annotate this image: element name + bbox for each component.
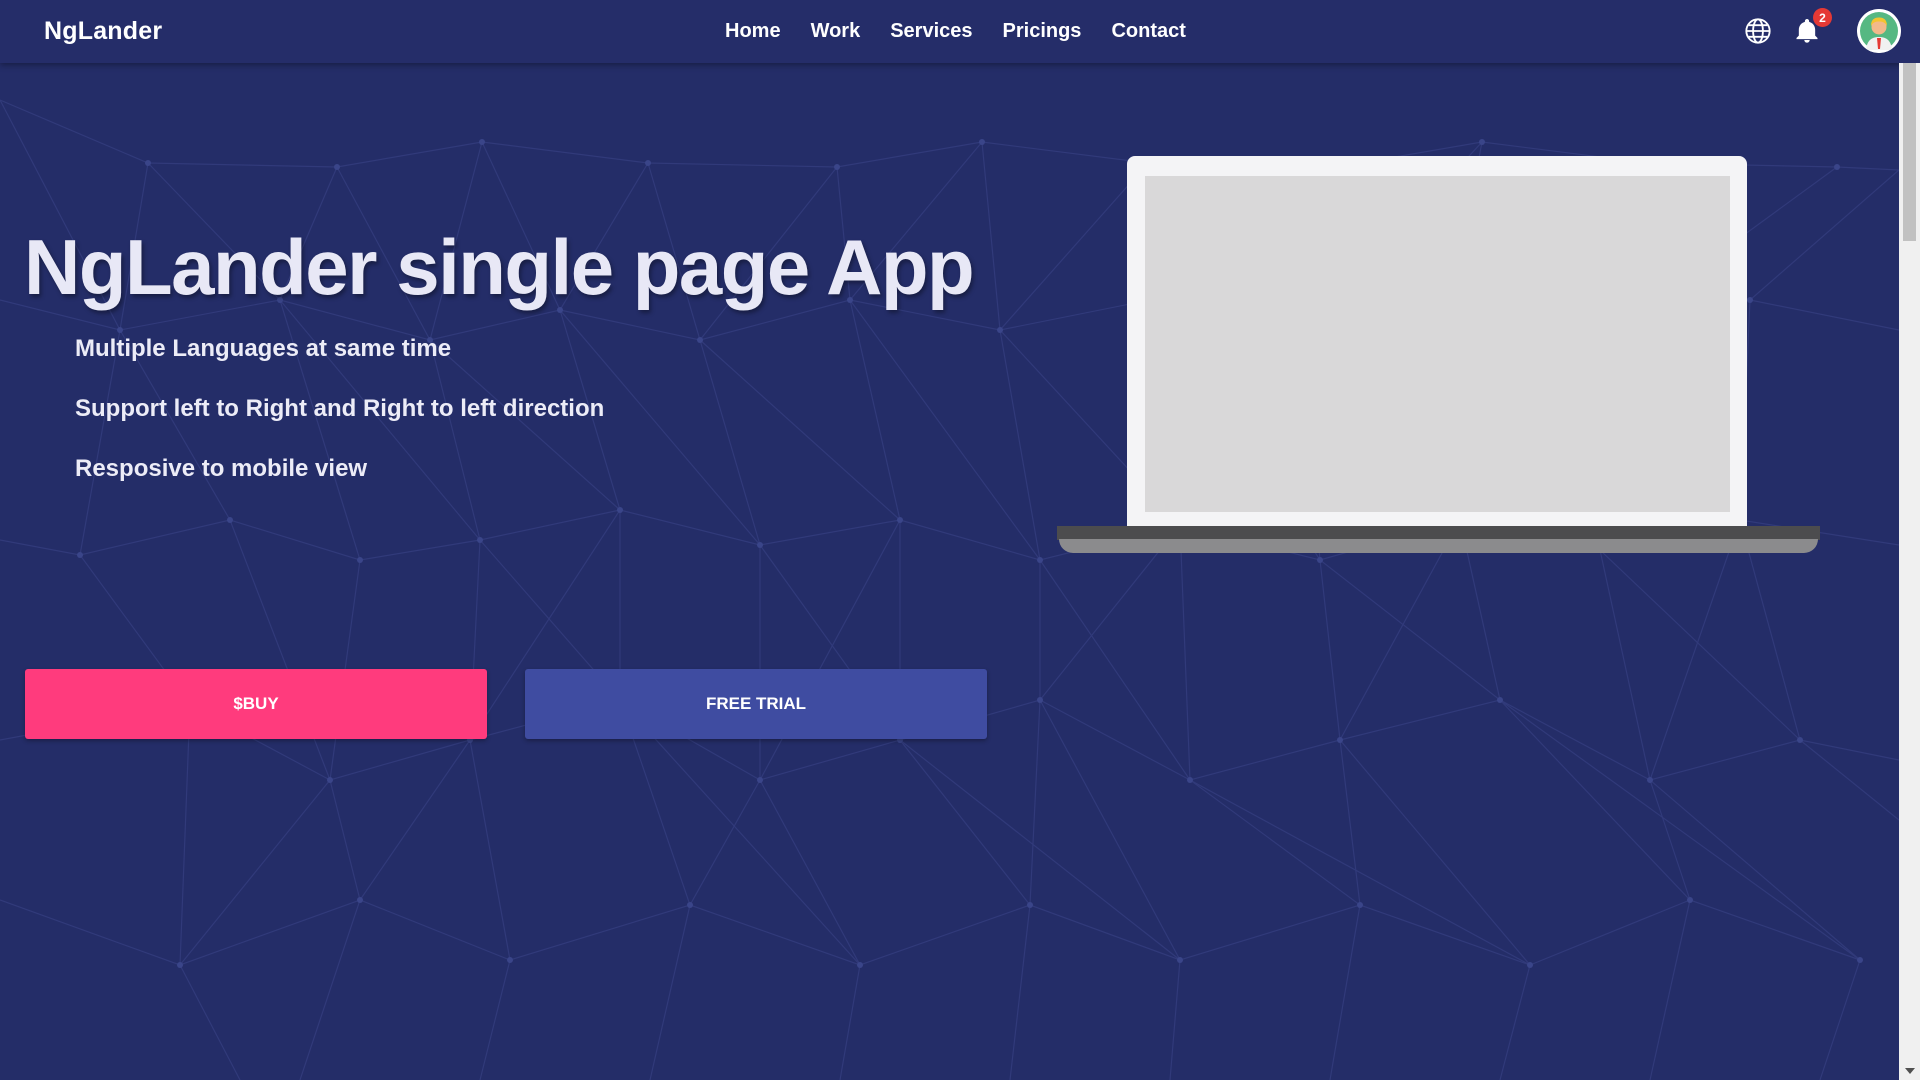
scrollbar-thumb[interactable]	[1903, 63, 1916, 241]
scroll-down-arrow-icon[interactable]	[1899, 1062, 1920, 1080]
feature-item: Resposive to mobile view	[75, 455, 368, 482]
user-avatar[interactable]	[1857, 9, 1901, 53]
nav-item-contact[interactable]: Contact	[1096, 0, 1200, 63]
laptop-illustration	[1057, 156, 1820, 556]
main-nav: Home Work Services Pricings Contact	[710, 0, 1201, 63]
nav-item-pricings[interactable]: Pricings	[988, 0, 1097, 63]
feature-item: Support left to Right and Right to left …	[75, 395, 605, 422]
language-button[interactable]	[1741, 14, 1775, 48]
nav-item-services[interactable]: Services	[875, 0, 987, 63]
hero-title: NgLander single page App	[24, 223, 975, 311]
laptop-foot	[1059, 539, 1818, 553]
nav-item-home[interactable]: Home	[710, 0, 796, 63]
user-avatar-icon	[1857, 9, 1901, 53]
nav-item-work[interactable]: Work	[796, 0, 876, 63]
free-trial-button[interactable]: FREE TRIAL	[525, 669, 987, 739]
top-navbar: NgLander Home Work Services Pricings Con…	[0, 0, 1920, 63]
laptop-screen	[1145, 176, 1730, 512]
feature-list: Multiple Languages at same time Support …	[75, 328, 604, 508]
brand-logo[interactable]: NgLander	[44, 17, 162, 46]
page-scrollbar[interactable]	[1899, 63, 1920, 1080]
globe-icon	[1745, 18, 1771, 44]
feature-item: Multiple Languages at same time	[75, 335, 452, 362]
laptop-base	[1057, 526, 1820, 540]
buy-button[interactable]: $BUY	[25, 669, 487, 739]
notification-count-badge: 2	[1813, 8, 1832, 27]
